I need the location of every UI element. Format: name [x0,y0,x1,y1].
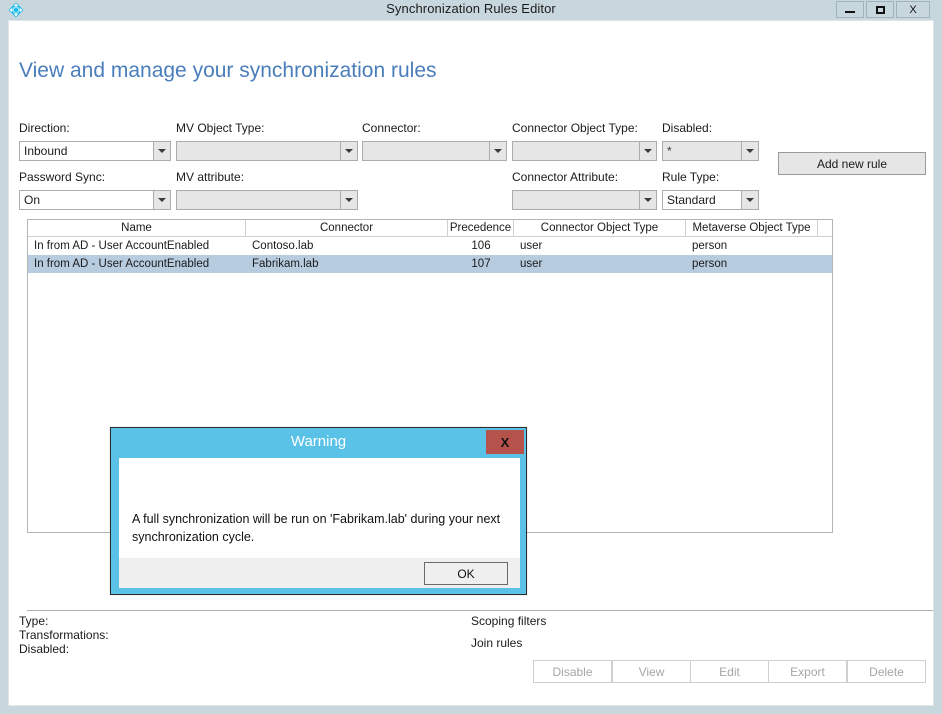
connector-attribute-value [513,191,639,209]
edit-button[interactable]: Edit [690,660,769,683]
label-mv-object-type: MV Object Type: [176,121,265,135]
cell-connector-object-type: user [520,240,543,252]
password-sync-dropdown[interactable]: On [19,190,171,210]
chevron-down-icon[interactable] [639,191,656,209]
chevron-down-icon[interactable] [153,142,170,160]
direction-value: Inbound [24,144,68,158]
column-header-spacer [818,220,832,236]
dialog-message: A full synchronization will be run on 'F… [132,512,501,544]
label-connector-attribute: Connector Attribute: [512,170,619,184]
chevron-down-icon[interactable] [489,142,506,160]
grid-header-row: Name Connector Precedence Connector Obje… [28,220,832,237]
column-header-metaverse-object-type[interactable]: Metaverse Object Type [686,220,818,236]
details-separator [27,610,933,611]
label-mv-attribute: MV attribute: [176,170,245,184]
client-area: View and manage your synchronization rul… [8,20,934,706]
minimize-button[interactable] [836,1,864,18]
cell-connector-object-type: user [520,258,543,270]
detail-label-disabled: Disabled: [19,642,70,656]
dialog-titlebar: Warning X [111,428,526,458]
dialog-footer: OK [119,558,520,588]
label-password-sync: Password Sync: [19,170,106,184]
export-button[interactable]: Export [768,660,847,683]
cell-precedence: 106 [471,240,491,252]
label-rule-type: Rule Type: [662,170,720,184]
password-sync-value: On [24,193,41,207]
maximize-button[interactable] [866,1,894,18]
maximize-icon [875,5,885,14]
chevron-down-icon[interactable] [340,142,357,160]
disabled-value: * [667,144,672,158]
minimize-icon [845,11,855,13]
dialog-close-button[interactable]: X [486,430,524,454]
detail-link-scoping-filters[interactable]: Scoping filters [471,614,546,628]
label-connector-object-type: Connector Object Type: [512,121,638,135]
column-header-connector[interactable]: Connector [246,220,448,236]
cell-precedence: 107 [471,258,491,270]
delete-button[interactable]: Delete [847,660,926,683]
label-direction: Direction: [19,121,70,135]
connector-object-type-value [513,142,639,160]
disabled-dropdown[interactable]: * [662,141,759,161]
view-button[interactable]: View [612,660,691,683]
dialog-body: A full synchronization will be run on 'F… [119,458,520,558]
column-header-precedence[interactable]: Precedence [448,220,514,236]
chevron-down-icon[interactable] [741,142,758,160]
dialog-title: Warning [290,433,347,450]
window-titlebar: Synchronization Rules Editor X [0,0,942,20]
connector-object-type-dropdown[interactable] [512,141,657,161]
application-window: Synchronization Rules Editor X View and … [0,0,942,714]
table-row[interactable]: In from AD - User AccountEnabled Fabrika… [28,255,832,273]
label-connector: Connector: [362,121,421,135]
mv-object-type-dropdown[interactable] [176,141,358,161]
window-title: Synchronization Rules Editor [386,1,556,16]
label-disabled-filter: Disabled: [662,121,713,135]
ok-button[interactable]: OK [424,562,508,585]
cell-metaverse-object-type: person [692,258,728,270]
rule-type-dropdown[interactable]: Standard [662,190,759,210]
connector-value [363,142,489,160]
cell-connector: Fabrikam.lab [252,258,319,270]
connector-attribute-dropdown[interactable] [512,190,657,210]
cell-spacer [818,255,832,273]
column-header-connector-object-type[interactable]: Connector Object Type [514,220,686,236]
mv-attribute-value [177,191,340,209]
warning-dialog: Warning X A full synchronization will be… [110,427,527,595]
rule-type-value: Standard [667,193,716,207]
disable-button[interactable]: Disable [533,660,612,683]
cell-name: In from AD - User AccountEnabled [34,240,210,252]
cell-metaverse-object-type: person [692,240,728,252]
page-title: View and manage your synchronization rul… [19,59,437,82]
chevron-down-icon[interactable] [153,191,170,209]
direction-dropdown[interactable]: Inbound [19,141,171,161]
cell-spacer [818,237,832,255]
mv-object-type-value [177,142,340,160]
table-row[interactable]: In from AD - User AccountEnabled Contoso… [28,237,832,255]
detail-label-type: Type: [19,614,49,628]
column-header-name[interactable]: Name [28,220,246,236]
close-button[interactable]: X [896,1,930,18]
chevron-down-icon[interactable] [741,191,758,209]
chevron-down-icon[interactable] [639,142,656,160]
detail-link-join-rules[interactable]: Join rules [471,636,522,650]
mv-attribute-dropdown[interactable] [176,190,358,210]
connector-dropdown[interactable] [362,141,507,161]
cell-connector: Contoso.lab [252,240,314,252]
add-new-rule-button[interactable]: Add new rule [778,152,926,175]
chevron-down-icon[interactable] [340,191,357,209]
detail-label-transformations: Transformations: [19,628,109,642]
cell-name: In from AD - User AccountEnabled [34,258,210,270]
